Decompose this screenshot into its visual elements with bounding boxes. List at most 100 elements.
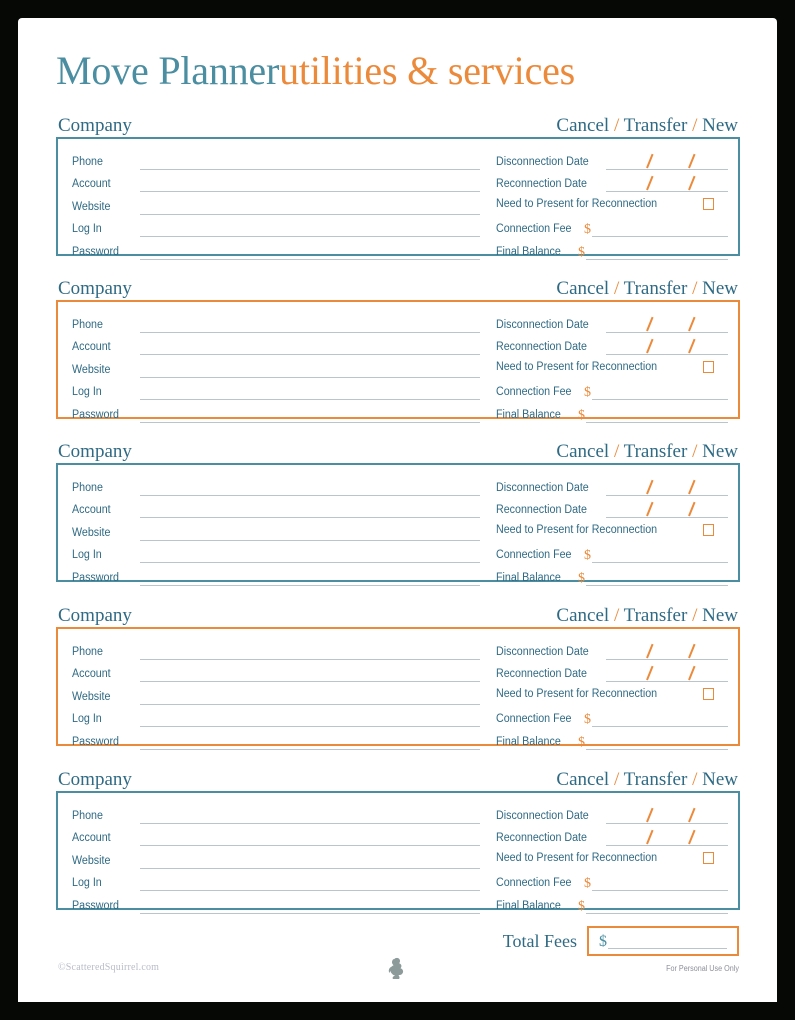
cancel-option[interactable]: Cancel — [556, 605, 609, 626]
field-input[interactable] — [140, 363, 480, 378]
final-balance-input[interactable] — [586, 899, 728, 914]
disconnection-date-row: Disconnection Date — [496, 474, 728, 497]
field-input[interactable] — [140, 318, 480, 333]
need-to-present-checkbox[interactable] — [703, 361, 714, 374]
field-input[interactable] — [140, 155, 480, 170]
field-input[interactable] — [140, 408, 480, 423]
disconnection-date-input[interactable] — [606, 479, 728, 496]
field-input[interactable] — [140, 831, 480, 847]
utility-card-2: Company Cancel / Transfer / New Phone Accou… — [56, 277, 740, 423]
field-input[interactable] — [140, 548, 480, 564]
transfer-option[interactable]: Transfer — [624, 769, 688, 790]
currency-symbol: $ — [584, 548, 591, 564]
card-body-5: Phone Account Website Log In Password Disconn… — [56, 791, 740, 914]
card-right-column: Disconnection Date Reconnection Date Need … — [496, 638, 728, 751]
field-input[interactable] — [140, 222, 480, 238]
reconnection-date-input[interactable] — [606, 501, 728, 519]
cancel-option[interactable]: Cancel — [556, 769, 609, 790]
need-to-present-checkbox[interactable] — [703, 688, 714, 701]
field-input[interactable] — [140, 526, 480, 541]
date-separator-icon — [688, 316, 696, 331]
reconnection-date-row: Reconnection Date — [496, 497, 728, 520]
card-body-4: Phone Account Website Log In Password Disconn… — [56, 627, 740, 750]
card-right-column: Disconnection Date Reconnection Date Need … — [496, 311, 728, 424]
field-row: Account — [72, 497, 480, 520]
field-row: Phone — [72, 474, 480, 497]
company-label: Company — [58, 769, 132, 790]
connection-fee-input[interactable] — [592, 712, 728, 728]
need-to-present-checkbox[interactable] — [703, 198, 714, 211]
reconnection-date-input[interactable] — [606, 829, 728, 847]
reconnection-date-input[interactable] — [606, 665, 728, 683]
total-fees-box[interactable]: $ — [587, 926, 739, 956]
transfer-option[interactable]: Transfer — [624, 605, 688, 626]
transfer-option[interactable]: Transfer — [624, 278, 688, 299]
date-separator-icon — [646, 175, 654, 191]
disconnection-date-input[interactable] — [606, 807, 728, 824]
final-balance-row: Final Balance $ — [496, 564, 728, 587]
field-input[interactable] — [140, 177, 480, 193]
cancel-option[interactable]: Cancel — [556, 278, 609, 299]
field-row: Password — [72, 892, 480, 915]
connection-fee-input[interactable] — [592, 548, 728, 564]
field-input[interactable] — [140, 712, 480, 728]
disconnection-date-label: Disconnection Date — [496, 318, 589, 331]
transfer-option[interactable]: Transfer — [624, 115, 688, 136]
field-input[interactable] — [140, 340, 480, 356]
field-input[interactable] — [140, 245, 480, 260]
card-right-column: Disconnection Date Reconnection Date Need … — [496, 802, 728, 915]
field-input[interactable] — [140, 876, 480, 892]
field-input[interactable] — [140, 645, 480, 660]
field-input[interactable] — [140, 899, 480, 914]
final-balance-input[interactable] — [586, 735, 728, 750]
disconnection-date-input[interactable] — [606, 643, 728, 660]
reconnection-date-input[interactable] — [606, 175, 728, 193]
new-option[interactable]: New — [702, 605, 738, 626]
new-option[interactable]: New — [702, 769, 738, 790]
need-to-present-checkbox[interactable] — [703, 852, 714, 865]
final-balance-input[interactable] — [586, 408, 728, 423]
field-input[interactable] — [140, 503, 480, 519]
field-input[interactable] — [140, 571, 480, 586]
card-header-4: Company Cancel / Transfer / New — [56, 604, 740, 627]
card-header-2: Company Cancel / Transfer / New — [56, 277, 740, 300]
field-row: Password — [72, 564, 480, 587]
field-input[interactable] — [140, 690, 480, 705]
cancel-option[interactable]: Cancel — [556, 441, 609, 462]
connection-fee-input[interactable] — [592, 876, 728, 892]
cancel-option[interactable]: Cancel — [556, 115, 609, 136]
field-row: Log In — [72, 379, 480, 402]
field-label: Account — [72, 504, 111, 517]
reconnection-date-input[interactable] — [606, 338, 728, 356]
final-balance-label: Final Balance — [496, 899, 561, 912]
connection-fee-input[interactable] — [592, 385, 728, 401]
field-input[interactable] — [140, 809, 480, 824]
connection-fee-input[interactable] — [592, 222, 728, 238]
field-input[interactable] — [140, 667, 480, 683]
disconnection-date-input[interactable] — [606, 316, 728, 333]
field-input[interactable] — [140, 481, 480, 496]
field-label: Password — [72, 408, 119, 421]
status-options: Cancel / Transfer / New — [556, 440, 738, 463]
disconnection-date-input[interactable] — [606, 153, 728, 170]
field-input[interactable] — [140, 854, 480, 869]
field-input[interactable] — [140, 735, 480, 750]
total-fees-input[interactable] — [608, 935, 727, 949]
connection-fee-row: Connection Fee $ — [496, 216, 728, 239]
disconnection-date-label: Disconnection Date — [496, 481, 589, 494]
currency-symbol: $ — [584, 876, 591, 892]
field-input[interactable] — [140, 385, 480, 401]
field-input[interactable] — [140, 200, 480, 215]
card-left-column: Phone Account Website Log In Password — [72, 148, 480, 261]
need-to-present-label: Need to Present for Reconnection — [496, 523, 658, 536]
final-balance-input[interactable] — [586, 245, 728, 260]
need-to-present-checkbox[interactable] — [703, 524, 714, 537]
reconnection-date-row: Reconnection Date — [496, 171, 728, 194]
new-option[interactable]: New — [702, 441, 738, 462]
new-option[interactable]: New — [702, 115, 738, 136]
final-balance-input[interactable] — [586, 571, 728, 586]
need-to-present-label: Need to Present for Reconnection — [496, 197, 658, 210]
transfer-option[interactable]: Transfer — [624, 441, 688, 462]
option-separator: / — [613, 441, 620, 462]
new-option[interactable]: New — [702, 278, 738, 299]
